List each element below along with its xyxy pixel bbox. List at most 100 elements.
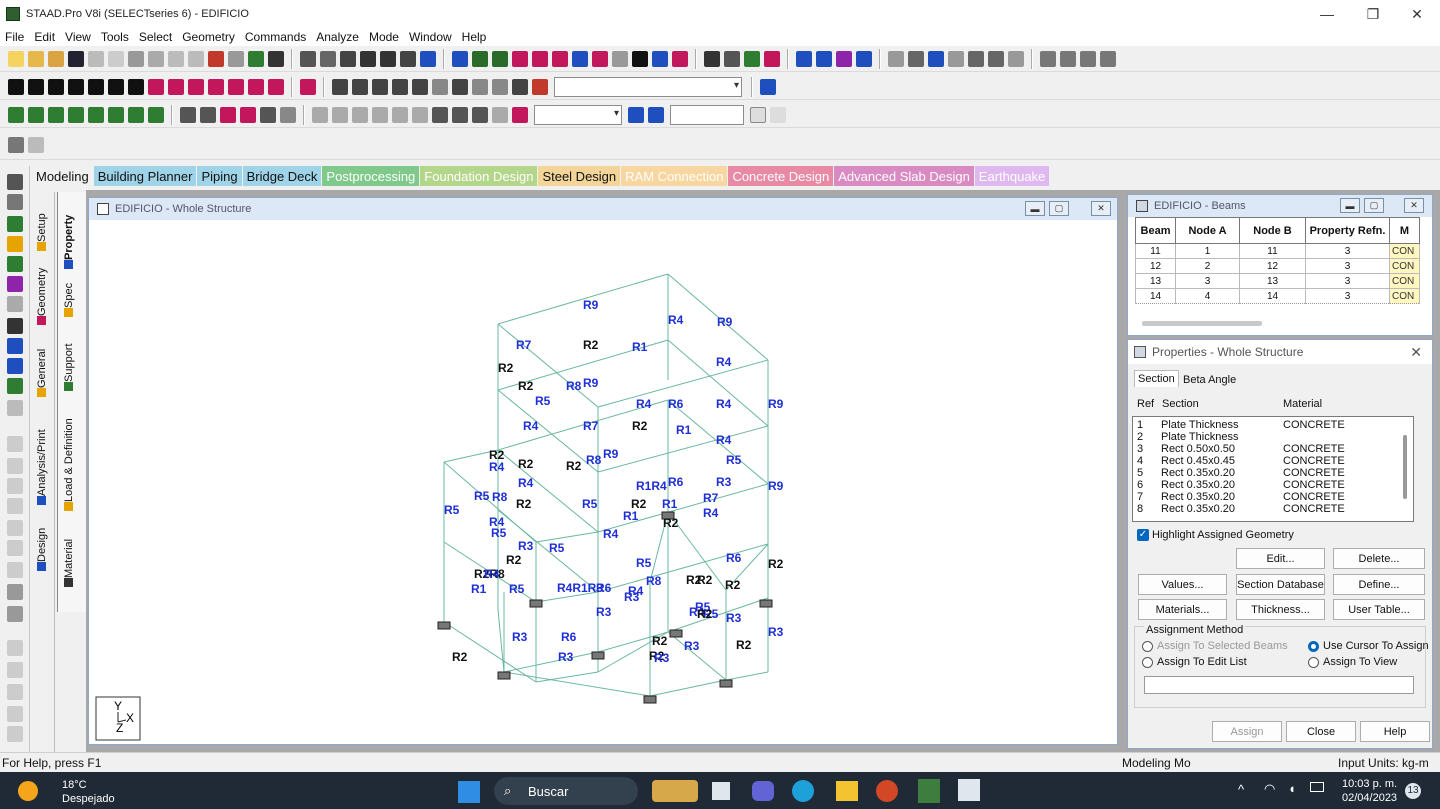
list-item[interactable]: 2 Plate Thickness [1137, 431, 1407, 443]
mode-tab-modeling[interactable]: Modeling [32, 166, 93, 186]
grid-icon[interactable] [260, 106, 276, 123]
clock-time[interactable]: 10:03 p. m. [1342, 778, 1397, 790]
connect-icon[interactable] [240, 106, 256, 123]
cursor-icon[interactable] [512, 106, 528, 123]
report-icon[interactable] [400, 50, 416, 67]
table-row[interactable]: 11 1 11 3 CON [1135, 243, 1420, 259]
mode-tab-foundation-design[interactable]: Foundation Design [420, 166, 538, 186]
tab-general[interactable]: General [36, 336, 48, 400]
frame-member[interactable] [597, 483, 769, 533]
notification-badge[interactable]: 13 [1405, 783, 1421, 799]
rotate-icon[interactable] [88, 78, 104, 95]
column-header-node-b[interactable]: Node B [1239, 217, 1306, 244]
list-item[interactable]: 6 Rect 0.35x0.20 CONCRETE [1137, 479, 1407, 491]
structure-shape-icon[interactable] [532, 78, 548, 95]
undo-icon[interactable] [168, 50, 184, 67]
task-view-icon[interactable] [712, 782, 730, 800]
close-button[interactable]: ✕ [1394, 0, 1440, 28]
intersect-icon[interactable] [412, 106, 428, 123]
menu-file[interactable]: File [0, 30, 29, 44]
horizontal-scrollbar[interactable] [1142, 321, 1262, 326]
weather-icon[interactable] [18, 781, 38, 801]
check-icon[interactable] [208, 50, 224, 67]
load-icon[interactable] [704, 50, 720, 67]
label-icon[interactable] [28, 136, 44, 153]
add-node-icon[interactable] [220, 106, 236, 123]
frame-member[interactable] [649, 679, 727, 697]
rotate-icon[interactable] [8, 78, 24, 95]
spin-icon[interactable] [188, 78, 204, 95]
new-file-icon[interactable] [8, 50, 24, 67]
load-arrow-icon[interactable] [764, 50, 780, 67]
surface-icon[interactable] [472, 106, 488, 123]
select-plates-icon[interactable] [48, 106, 64, 123]
cut-icon[interactable] [108, 50, 124, 67]
load-case-combo[interactable]: ▾ [534, 104, 622, 125]
menu-view[interactable]: View [60, 30, 96, 44]
zoom-previous-icon[interactable] [432, 78, 448, 95]
tree-icon[interactable] [248, 50, 264, 67]
magnify-icon[interactable] [512, 78, 528, 95]
distance-icon[interactable] [572, 50, 588, 67]
camera-icon[interactable] [360, 50, 376, 67]
tab-spec[interactable]: Spec [63, 276, 75, 320]
tab-beta-angle[interactable]: Beta Angle [1180, 372, 1239, 388]
mode-tab-building-planner[interactable]: Building Planner [93, 166, 197, 186]
radio-assign-edit-list[interactable]: Assign To Edit List [1142, 656, 1247, 668]
by-attribute-icon[interactable] [7, 358, 23, 374]
help-button[interactable]: Help [1360, 721, 1430, 742]
column-header-material[interactable]: M [1389, 217, 1420, 244]
cut-plane-icon[interactable] [888, 50, 904, 67]
menu-commands[interactable]: Commands [240, 30, 311, 44]
window-restore-icon[interactable] [1100, 50, 1116, 67]
materials-button[interactable]: Materials... [1138, 599, 1227, 620]
add-beam-icon[interactable] [200, 106, 216, 123]
curve-icon[interactable] [280, 106, 296, 123]
load-edit-icon[interactable] [744, 50, 760, 67]
mode-tab-bridge-deck[interactable]: Bridge Deck [242, 166, 322, 186]
select-solids-icon[interactable] [68, 106, 84, 123]
widgets-icon[interactable] [652, 780, 698, 802]
query-icon[interactable] [592, 50, 608, 67]
select-solids-icon[interactable] [7, 256, 23, 272]
select-all-icon[interactable] [128, 106, 144, 123]
volume-icon[interactable]: ◖ [1288, 781, 1296, 796]
window-cascade-icon[interactable] [1060, 50, 1076, 67]
mode-tab-ram-connection[interactable]: RAM Connection [621, 166, 728, 186]
rotate-icon[interactable] [108, 78, 124, 95]
section-list[interactable]: 1 Plate Thickness CONCRETE 2 Plate Thicknes… [1132, 416, 1414, 522]
chevron-up-icon[interactable]: ^ [1238, 782, 1244, 797]
zoom-dynamic-icon[interactable] [452, 78, 468, 95]
mirror-icon[interactable] [392, 106, 408, 123]
staad-editor-icon[interactable] [958, 779, 980, 801]
list-item[interactable]: 4 Rect 0.45x0.45 CONCRETE [1137, 455, 1407, 467]
spin-icon[interactable] [148, 78, 164, 95]
zoom-in-icon[interactable] [372, 78, 388, 95]
mode-tab-postprocessing[interactable]: Postprocessing [322, 166, 420, 186]
restore-button[interactable]: ❐ [1350, 0, 1396, 28]
beam-parallel-icon[interactable] [7, 318, 23, 334]
spin-icon[interactable] [208, 78, 224, 95]
tab-support[interactable]: Support [63, 332, 75, 394]
beam-section-icon[interactable] [928, 50, 944, 67]
radio-assign-selected-beams[interactable]: Assign To Selected Beams [1142, 640, 1288, 652]
node-dimension-icon[interactable] [532, 50, 548, 67]
open-folder-icon[interactable] [48, 50, 64, 67]
select-plates-icon[interactable] [7, 236, 23, 252]
by-property-icon[interactable] [7, 338, 23, 354]
zoom-extents-icon[interactable] [412, 78, 428, 95]
section-database-button[interactable]: Section Database [1236, 574, 1325, 595]
break-beam-icon[interactable] [352, 106, 368, 123]
hammer-icon[interactable] [268, 50, 284, 67]
user-table-button[interactable]: User Table... [1333, 599, 1425, 620]
menu-window[interactable]: Window [404, 30, 457, 44]
tab-geometry[interactable]: Geometry [36, 264, 48, 328]
staad-taskbar-icon[interactable] [918, 779, 940, 803]
tab-load-definition[interactable]: Load & Definition [63, 412, 75, 514]
edge-icon[interactable] [792, 780, 814, 802]
edit-list-input[interactable] [1144, 676, 1414, 694]
zoom-out-icon[interactable] [392, 78, 408, 95]
column-header-property[interactable]: Property Refn. [1305, 217, 1390, 244]
powerpoint-icon[interactable] [876, 780, 898, 802]
define-button[interactable]: Define... [1333, 574, 1425, 595]
